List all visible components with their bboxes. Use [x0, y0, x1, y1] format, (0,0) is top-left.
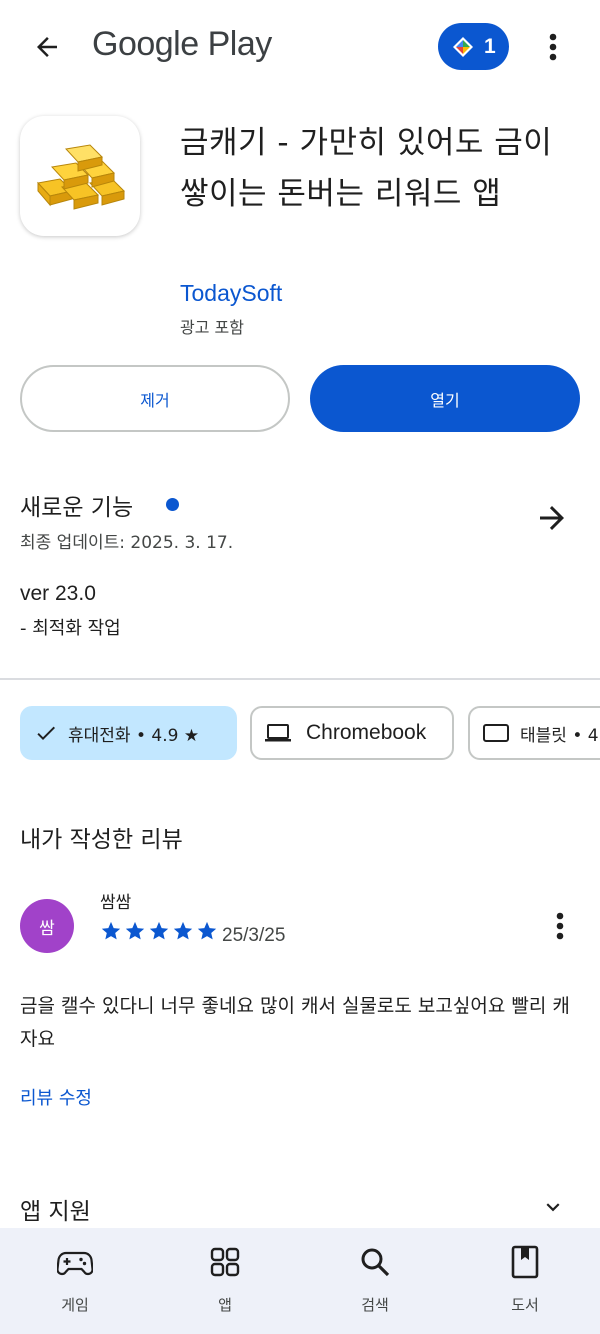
version-text: ver 23.0	[20, 582, 96, 605]
edit-review-link[interactable]: 리뷰 수정	[20, 1084, 92, 1110]
overflow-menu-button[interactable]	[536, 24, 570, 70]
star-icon	[101, 921, 121, 940]
back-arrow-icon	[37, 37, 57, 57]
arrow-right-icon	[540, 506, 564, 530]
book-icon	[511, 1245, 539, 1279]
nav-item-books[interactable]: 도서	[450, 1228, 600, 1334]
nav-label-games: 게임	[61, 1296, 89, 1314]
play-points-count: 1	[484, 34, 496, 58]
review-text: 금을 캘수 있다니 너무 좋네요 많이 캐서 실물로도 보고싶어요 빨리 캐자요	[20, 995, 570, 1050]
reviewer-name: 쌈쌈	[100, 893, 132, 913]
new-indicator-dot	[166, 498, 179, 511]
device-filter-chips: 휴대전화 • 4.9 ★ Chromebook 태블릿 • 4	[20, 706, 600, 760]
nav-item-search[interactable]: 검색	[300, 1228, 450, 1334]
apps-grid-icon	[210, 1247, 240, 1277]
gold-bars-icon	[37, 144, 125, 210]
review-date: 25/3/25	[222, 925, 286, 946]
chip-chromebook-label: Chromebook	[306, 721, 427, 744]
nav-label-books: 도서	[511, 1296, 539, 1314]
changelog-text: - 최적화 작업	[20, 618, 121, 639]
chip-tablet-label: 태블릿 • 4	[520, 725, 599, 746]
review-menu-button[interactable]	[545, 906, 575, 946]
last-updated: 최종 업데이트: 2025. 3. 17.	[20, 533, 234, 553]
developer-link[interactable]: TodaySoft	[180, 280, 282, 307]
app-icon	[20, 116, 140, 236]
star-rating	[100, 920, 218, 942]
play-points-button[interactable]: 1	[438, 23, 509, 70]
chip-phone-label: 휴대전화 • 4.9 ★	[68, 725, 200, 746]
open-button[interactable]: 열기	[310, 365, 580, 432]
app-support-section[interactable]: 앱 지원	[0, 1180, 600, 1230]
more-vert-icon	[556, 912, 564, 940]
section-divider	[0, 678, 600, 680]
avatar: 쌈	[20, 899, 74, 953]
check-icon	[37, 726, 55, 740]
google-play-brand: Google Play	[92, 25, 272, 63]
more-vert-icon	[549, 33, 557, 61]
star-icon	[125, 921, 145, 940]
gamepad-icon	[57, 1251, 93, 1276]
app-title: 금캐기 - 가만히 있어도 금이 쌓이는 돈버는 리워드 앱	[180, 125, 553, 212]
uninstall-button[interactable]: 제거	[20, 365, 290, 432]
app-support-title: 앱 지원	[20, 1199, 91, 1225]
search-icon	[361, 1248, 390, 1277]
chip-chromebook[interactable]: Chromebook	[250, 706, 454, 760]
play-points-icon	[453, 36, 473, 57]
nav-item-apps[interactable]: 앱	[150, 1228, 300, 1334]
whats-new-section[interactable]: 새로운 기능 최종 업데이트: 2025. 3. 17.	[0, 470, 600, 570]
star-icon	[197, 921, 217, 940]
tablet-icon	[483, 724, 509, 742]
my-review-heading: 내가 작성한 리뷰	[20, 827, 183, 853]
chevron-down-icon	[546, 1203, 560, 1212]
star-icon	[173, 921, 193, 940]
nav-item-games[interactable]: 게임	[0, 1228, 150, 1334]
whats-new-title: 새로운 기능	[20, 495, 134, 521]
back-button[interactable]	[22, 24, 72, 70]
nav-label-search: 검색	[361, 1296, 389, 1314]
chip-phone[interactable]: 휴대전화 • 4.9 ★	[20, 706, 237, 760]
chip-tablet[interactable]: 태블릿 • 4	[468, 706, 600, 760]
laptop-icon	[265, 724, 291, 742]
star-icon	[149, 921, 169, 940]
ads-notice: 광고 포함	[180, 318, 244, 337]
top-app-bar: Google Play 1	[0, 0, 600, 95]
nav-label-apps: 앱	[218, 1296, 232, 1314]
bottom-navigation: 게임 앱 검색 도서	[0, 1228, 600, 1334]
